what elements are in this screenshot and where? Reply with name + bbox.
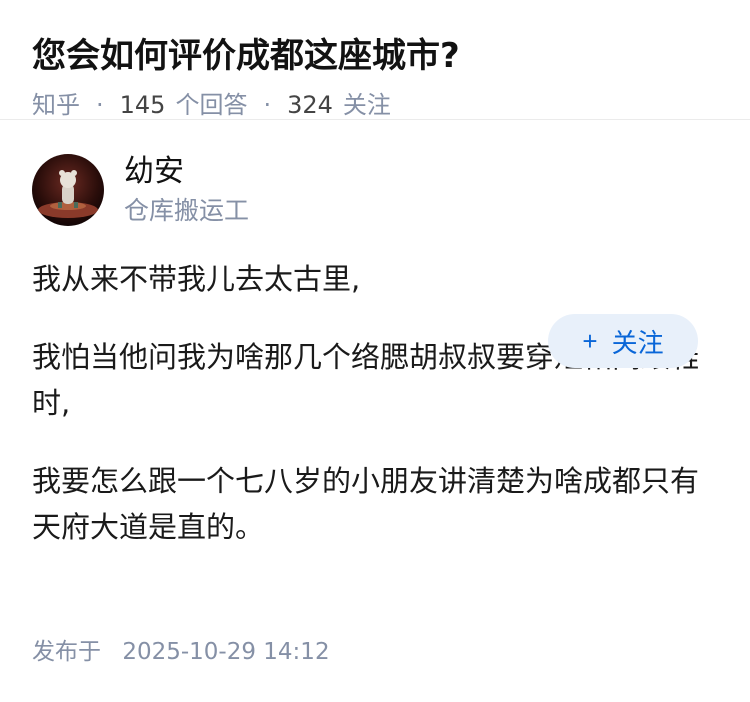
publish-info: 发布于 2025-10-29 14:12 [32,636,330,668]
answer-body: 我从来不带我儿去太古里, 我怕当他问我为啥那几个络腮胡叔叔要穿短裙高跟鞋时, 我… [32,256,718,550]
answer-paragraph: 我要怎么跟一个七八岁的小朋友讲清楚为啥成都只有天府大道是直的。 [32,464,700,544]
author-name[interactable]: 幼安 [124,152,718,192]
publish-time: 2025-10-29 14:12 [122,639,330,665]
answer-paragraph: 我从来不带我儿去太古里, [32,262,361,296]
avatar-image-icon [32,154,104,226]
question-meta: 知乎 · 145 个回答 · 324 关注 [32,88,718,122]
follow-button-label: 关注 [611,327,664,358]
answer-count: 145 [119,91,166,119]
question-header: 您会如何评价成都这座城市? 知乎 · 145 个回答 · 324 关注 [0,0,750,120]
question-title[interactable]: 您会如何评价成都这座城市? [32,32,718,80]
follower-count: 324 [287,91,333,119]
publish-label: 发布于 [32,639,101,665]
source-label: 知乎 [32,91,80,119]
author-info: 幼安 仓库搬运工 [124,152,718,228]
follow-button[interactable]: + 关注 [548,314,698,368]
plus-icon: + [582,325,598,356]
author-headline: 仓库搬运工 [124,196,250,225]
author-row: 幼安 仓库搬运工 [32,154,718,226]
avatar[interactable] [32,154,104,226]
meta-separator: · [263,91,272,119]
answer-count-label: 个回答 [175,91,248,119]
follower-count-label: 关注 [342,91,391,119]
answer-card: 幼安 仓库搬运工 + 关注 我从来不带我儿去太古里, 我怕当他问我为啥那几个络腮… [0,120,750,550]
meta-separator: · [96,91,104,119]
